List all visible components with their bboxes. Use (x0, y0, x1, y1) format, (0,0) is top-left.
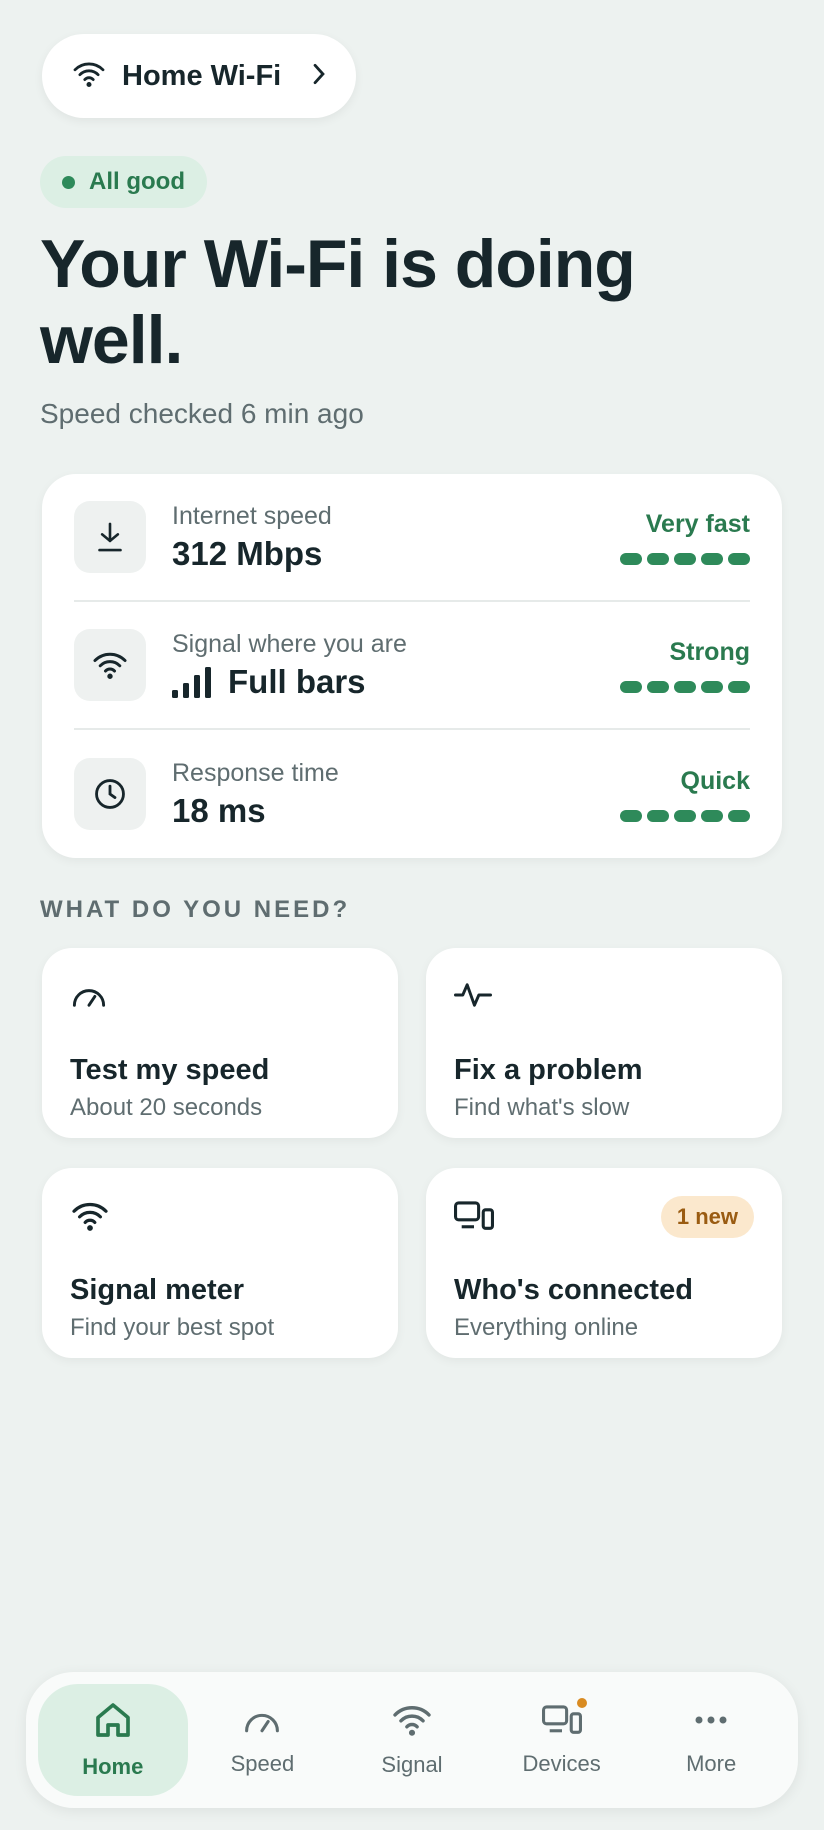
page-title: Your Wi-Fi is doing well. (40, 226, 636, 378)
action-desc: Find what's slow (454, 1094, 630, 1121)
nav-label: More (686, 1750, 737, 1776)
action-title: Signal meter (70, 1274, 245, 1306)
nav-label: Devices (522, 1750, 601, 1776)
action-title: Who's connected (454, 1274, 693, 1306)
rating-meter (620, 809, 750, 822)
metric-row-speed[interactable]: Internet speed 312 Mbps Very fast (74, 474, 750, 602)
rating-label: Quick (680, 766, 750, 795)
nav-home[interactable]: Home (38, 1684, 188, 1796)
nav-label: Speed (230, 1750, 295, 1776)
signal-meter-card[interactable]: Signal meter Find your best spot (42, 1168, 398, 1358)
nav-label: Home (82, 1753, 144, 1779)
devices-icon (541, 1704, 582, 1741)
speedometer-icon (242, 1704, 282, 1741)
status-badge: All good (40, 156, 207, 208)
speedometer-icon (70, 980, 108, 1015)
wifi-icon (391, 1703, 433, 1742)
rating-label: Strong (669, 637, 750, 666)
new-badge: 1 new (660, 1196, 754, 1238)
nav-label: Signal (381, 1751, 443, 1777)
last-checked-text: Speed checked 6 min ago (40, 398, 364, 429)
download-icon (74, 501, 146, 573)
metrics-card: Internet speed 312 Mbps Very fast Signal… (42, 474, 782, 858)
metric-label: Signal where you are (172, 629, 407, 658)
action-desc: Find your best spot (70, 1314, 275, 1341)
nav-speed[interactable]: Speed (188, 1684, 338, 1796)
status-dot (62, 175, 75, 189)
chevron-right-icon (312, 63, 326, 90)
rating-meter (620, 552, 750, 565)
action-title: Test my speed (70, 1054, 270, 1086)
devices-icon (454, 1200, 494, 1237)
metric-value: 312 Mbps (172, 534, 323, 572)
fix-problem-card[interactable]: Fix a problem Find what's slow (426, 948, 782, 1138)
action-title: Fix a problem (454, 1054, 643, 1086)
action-desc: Everything online (454, 1314, 639, 1341)
wifi-icon (72, 60, 106, 93)
pulse-icon (454, 980, 492, 1015)
network-name: Home Wi-Fi (122, 59, 282, 92)
nav-devices[interactable]: Devices (487, 1684, 637, 1796)
metric-value: 18 ms (172, 791, 266, 829)
network-selector[interactable]: Home Wi-Fi (42, 34, 356, 118)
metric-row-signal[interactable]: Signal where you are Full bars Strong (74, 602, 750, 730)
signal-bars-icon (172, 666, 212, 698)
test-speed-card[interactable]: Test my speed About 20 seconds (42, 948, 398, 1138)
metric-label: Internet speed (172, 501, 332, 530)
section-heading: WHAT DO YOU NEED? (40, 896, 351, 923)
nav-signal[interactable]: Signal (337, 1684, 487, 1796)
clock-icon (74, 758, 146, 830)
home-icon (93, 1701, 133, 1744)
bottom-nav: Home Speed Signal Devices More (26, 1672, 798, 1808)
metric-value: Full bars (228, 662, 366, 700)
nav-more[interactable]: More (636, 1684, 786, 1796)
action-desc: About 20 seconds (70, 1094, 263, 1121)
wifi-icon (74, 629, 146, 701)
notification-dot (576, 1698, 587, 1708)
status-label: All good (89, 168, 185, 195)
rating-label: Very fast (645, 509, 750, 538)
rating-meter (620, 680, 750, 693)
more-icon (693, 1704, 729, 1741)
metric-label: Response time (172, 758, 339, 787)
metric-row-response[interactable]: Response time 18 ms Quick (74, 730, 750, 858)
whos-connected-card[interactable]: 1 new Who's connected Everything online (426, 1168, 782, 1358)
wifi-icon (70, 1200, 110, 1237)
